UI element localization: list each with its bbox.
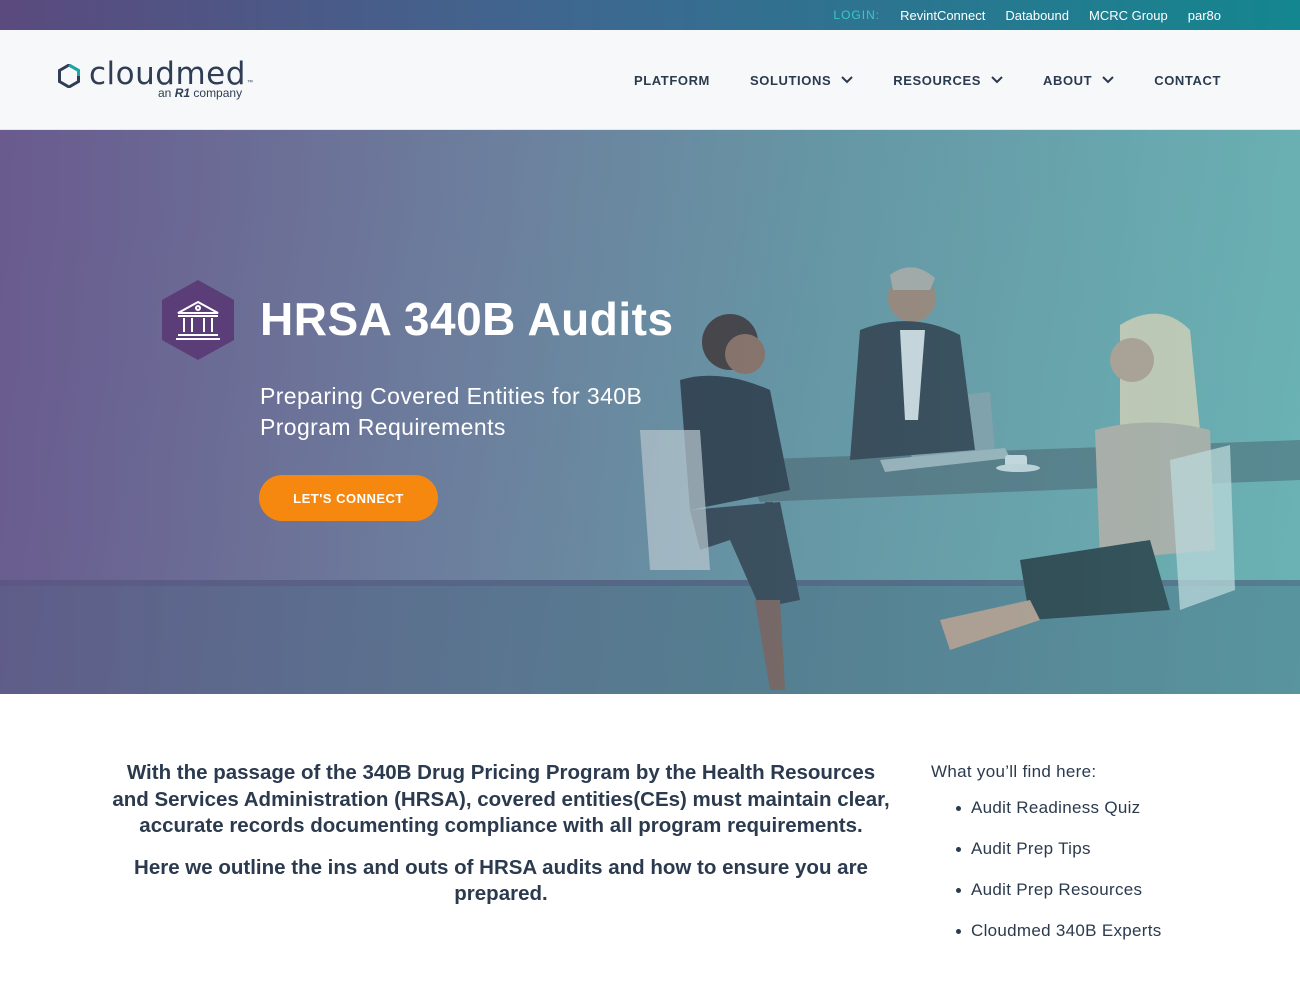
chevron-down-icon	[1102, 76, 1114, 84]
intro-section: With the passage of the 340B Drug Pricin…	[110, 760, 892, 908]
nav-label: CONTACT	[1154, 72, 1221, 88]
hero-subtitle: Preparing Covered Entities for 340B Prog…	[260, 383, 643, 440]
nav-item-platform[interactable]: PLATFORM	[634, 73, 710, 88]
utility-bar: LOGIN: RevintConnect Databound MCRC Grou…	[0, 0, 1300, 30]
lets-connect-button[interactable]: LET'S CONNECT	[259, 475, 438, 521]
nav-label: ABOUT	[1042, 72, 1093, 88]
contents-link-audit-prep-resources[interactable]: Audit Prep Resources	[931, 880, 1251, 921]
tagline-prefix: an	[158, 86, 172, 100]
utility-link-par8o[interactable]: par8o	[1188, 8, 1221, 23]
tagline-suffix: company	[193, 86, 243, 100]
utility-links: LOGIN: RevintConnect Databound MCRC Grou…	[833, 0, 1221, 30]
chevron-down-icon	[841, 76, 853, 84]
nav-label: SOLUTIONS	[749, 72, 832, 88]
intro-paragraph-1: With the passage of the 340B Drug Pricin…	[112, 761, 890, 837]
government-building-icon	[162, 280, 234, 360]
utility-link-revintconnect[interactable]: RevintConnect	[900, 8, 985, 23]
nav-label: RESOURCES	[893, 72, 981, 88]
site-header: cloudmed ™ an R1 company PLATFORM SOLUTI…	[0, 30, 1300, 130]
chevron-down-icon	[991, 76, 1003, 84]
trademark-mark: ™	[247, 80, 253, 86]
cloudmed-logo[interactable]: cloudmed ™ an R1 company	[58, 56, 258, 104]
intro-paragraph-2: Here we outline the ins and outs of HRSA…	[134, 855, 868, 906]
nav-label: PLATFORM	[633, 72, 710, 88]
tagline-brand: R1	[174, 86, 191, 100]
contents-link-cloudmed-340b-experts[interactable]: Cloudmed 340B Experts	[931, 921, 1251, 962]
hero-banner: HRSA 340B Audits Preparing Covered Entit…	[0, 130, 1300, 694]
main-nav: PLATFORM SOLUTIONS RESOURCES ABOUT CONTA…	[594, 30, 1221, 130]
contents-heading: What you’ll find here:	[931, 762, 1097, 781]
login-label: LOGIN:	[833, 8, 881, 22]
logo-tagline: an R1 company	[158, 86, 242, 100]
utility-link-databound[interactable]: Databound	[1005, 8, 1069, 23]
contents-link-audit-readiness-quiz[interactable]: Audit Readiness Quiz	[931, 798, 1251, 839]
hero-title: HRSA 340B Audits	[260, 293, 674, 345]
contents-items: Audit Readiness Quiz Audit Prep Tips Aud…	[931, 798, 1251, 962]
nav-item-solutions[interactable]: SOLUTIONS	[750, 73, 853, 88]
cloudmed-hexagon-icon	[58, 64, 80, 88]
nav-item-resources[interactable]: RESOURCES	[893, 73, 1003, 88]
nav-item-about[interactable]: ABOUT	[1043, 73, 1114, 88]
page-contents-list: What you’ll find here: Audit Readiness Q…	[931, 762, 1251, 962]
utility-link-mcrc-group[interactable]: MCRC Group	[1089, 8, 1168, 23]
nav-item-contact[interactable]: CONTACT	[1154, 73, 1221, 88]
contents-link-audit-prep-tips[interactable]: Audit Prep Tips	[931, 839, 1251, 880]
